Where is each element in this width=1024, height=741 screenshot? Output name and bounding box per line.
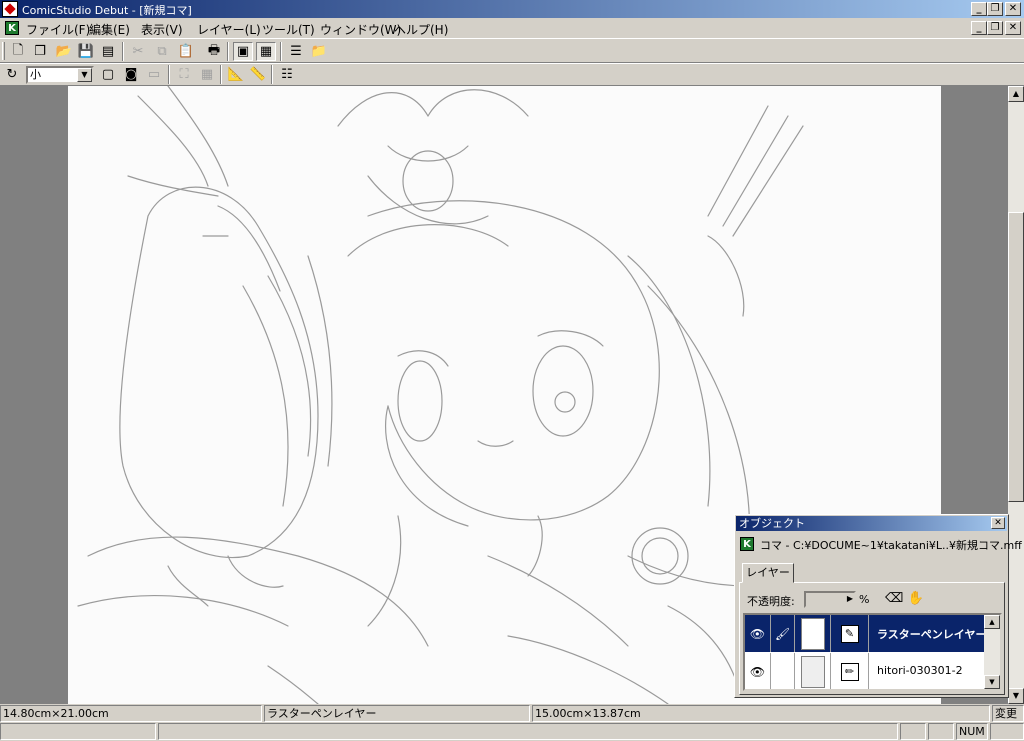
object-palette: オブジェクト ✕ K コマ - C:¥DOCUME~1¥takatani¥L..… [734,514,1022,698]
copy-icon[interactable]: ⧉ [152,42,172,61]
menu-help[interactable]: ヘルプ(H) [390,21,452,38]
ruler-pen-icon[interactable]: 📏 [248,65,268,84]
new-icon[interactable]: 🗋 [8,42,28,61]
menu-file[interactable]: ファイル(F) [22,21,94,38]
refresh-icon[interactable]: ↻ [2,65,22,84]
doc-minimize-button[interactable]: _ [971,21,987,35]
frame-border-icon[interactable]: ◙ [121,65,141,84]
status-pane [990,723,1024,740]
paste-icon[interactable]: 📋 [176,42,196,61]
toolbar-separator [280,42,282,61]
save-icon[interactable]: 💾 [76,42,96,61]
zoom-value: 小 [30,68,41,81]
page-size-display: 14.80cm×21.00cm [0,705,262,722]
status-pane [900,723,926,740]
eraser-icon[interactable]: ⌫ [885,590,903,608]
menu-tool[interactable]: ツール(T) [258,21,319,38]
layer-name: ラスターペンレイヤー [877,628,987,641]
tab-layer[interactable]: レイヤー [742,563,794,583]
page-path: コマ - C:¥DOCUME~1¥takatani¥L..¥新規コマ.mff [760,539,1022,552]
palette-title-bar[interactable]: オブジェクト ✕ [736,516,1007,531]
menu-bar: K ファイル(F) 編集(E) 表示(V) レイヤー(L) ツール(T) ウィン… [0,18,1024,38]
raster-pen-type-icon: ✎ [831,615,869,652]
opacity-unit: % [859,593,870,606]
layer-name: hitori-030301-2 [877,664,963,677]
scroll-down-button[interactable]: ▼ [1008,688,1024,704]
brush-slot[interactable] [771,653,795,689]
close-button[interactable]: ✕ [1005,2,1021,16]
palette-close-button[interactable]: ✕ [991,517,1005,529]
standard-toolbar: 🗋 ❐ 📂 💾 ▤ ✂ ⧉ 📋 🖶 ▣ ▦ ☰ 📁 [0,38,1024,63]
menu-layer[interactable]: レイヤー(L) [193,21,265,38]
app-window: ComicStudio Debut - [新規コマ] _ ❐ ✕ K ファイル(… [0,0,1024,741]
minimize-button[interactable]: _ [971,2,987,16]
menu-edit[interactable]: 編集(E) [85,21,134,38]
scroll-thumb[interactable] [1008,212,1024,502]
modified-indicator: 変更 [992,705,1024,722]
toolbar-grip[interactable] [2,42,5,60]
layer-thumbnail [795,653,831,689]
list-icon[interactable]: ☰ [286,42,306,61]
doc-restore-button[interactable]: ❐ [987,21,1003,35]
vertical-scrollbar[interactable]: ▲ ▼ [1008,86,1024,704]
chevron-down-icon[interactable]: ▼ [77,68,92,82]
pencil-type-icon: ✏ [831,653,869,689]
num-lock-indicator: NUM [956,723,988,740]
scroll-down-button[interactable]: ▼ [984,675,1000,689]
scroll-up-button[interactable]: ▲ [1008,86,1024,102]
toolbar-separator [220,65,222,84]
title-bar[interactable]: ComicStudio Debut - [新規コマ] _ ❐ ✕ [0,0,1024,18]
material-icon[interactable]: 📁 [309,42,329,61]
menu-view[interactable]: 表示(V) [137,21,187,38]
spin-right-icon[interactable]: ▶ [847,594,853,603]
zoom-select[interactable]: 小 ▼ [26,66,94,84]
crop-icon[interactable]: ⛶ [174,65,194,84]
eye-icon[interactable]: 👁 [745,653,771,689]
status-bar: NUM [0,722,1024,741]
status-bar-info: 14.80cm×21.00cm ラスターペンレイヤー 15.00cm×13.87… [0,704,1024,723]
properties-icon[interactable]: ▦ [256,42,276,61]
toolbar-separator [227,42,229,61]
opacity-input[interactable]: ▶ [804,591,856,608]
status-pane [158,723,898,740]
active-layer-display: ラスターペンレイヤー [264,705,530,722]
view-toolbar: ↻ 小 ▼ ▢ ◙ ▭ ⛶ ▦ 📐 📏 ☷ [0,63,1024,86]
maximize-button[interactable]: ❐ [987,2,1003,16]
status-pane [0,723,156,740]
eye-icon[interactable]: 👁 [745,615,771,652]
layer-list-scrollbar[interactable]: ▲ ▼ [984,615,1000,689]
palette-title: オブジェクト [739,517,805,530]
cursor-position-display: 15.00cm×13.87cm [532,705,990,722]
layer-row[interactable]: 👁 ✏ hitori-030301-2 [745,653,988,689]
toolbar-separator [122,42,124,61]
page-file-icon: K [740,537,754,551]
cut-icon[interactable]: ✂ [128,42,148,61]
frame-icon[interactable]: ▢ [98,65,118,84]
layer-row[interactable]: 👁 🖌 ✎ ラスターペンレイヤー [745,615,988,652]
grid-icon[interactable]: ▦ [197,65,217,84]
navigator-icon[interactable]: ▣ [233,42,253,61]
guide-icon[interactable]: ▭ [144,65,164,84]
app-icon[interactable] [2,1,18,17]
scroll-up-button[interactable]: ▲ [984,615,1000,629]
layer-thumbnail [795,615,831,652]
list-view-icon[interactable]: ☷ [277,65,297,84]
brush-icon[interactable]: 🖌 [771,615,795,652]
status-pane [928,723,954,740]
print-icon[interactable]: 🖶 [204,42,224,61]
opacity-label: 不透明度: [747,595,795,608]
hand-icon[interactable]: ✋ [907,590,925,608]
toolbar-separator [168,65,170,84]
new-page-icon[interactable]: ❐ [30,42,50,61]
document-icon[interactable]: K [5,21,19,35]
toolbar-separator [271,65,273,84]
window-title: ComicStudio Debut - [新規コマ] [22,4,192,17]
save-all-icon[interactable]: ▤ [98,42,118,61]
doc-close-button[interactable]: ✕ [1005,21,1021,35]
open-folder-icon[interactable]: 📂 [54,42,74,61]
layer-list[interactable]: 👁 🖌 ✎ ラスターペンレイヤー 👁 ✏ hitori-030301-2 ▲ ▼ [743,613,1002,691]
ruler-icon[interactable]: 📐 [226,65,246,84]
